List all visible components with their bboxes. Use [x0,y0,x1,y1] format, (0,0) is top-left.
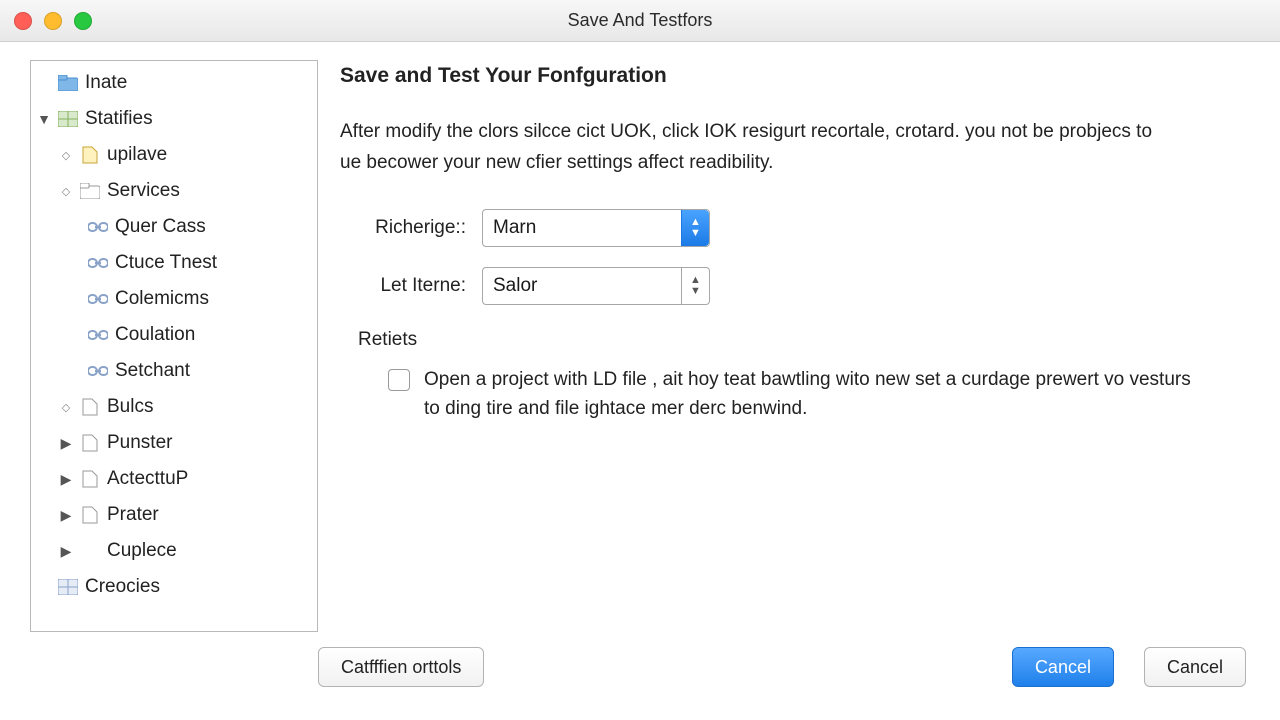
diamond-icon: ◇ [59,401,73,414]
tree-label: Punster [107,432,172,454]
file-icon [79,433,101,453]
footer: Catfffien orttols Cancel Cancel [0,632,1280,702]
grid-icon [57,109,79,129]
disclosure-right-icon[interactable]: ▶ [59,435,73,452]
tree-label: Quer Cass [115,216,206,238]
main-panel: Save and Test Your Fonfguration After mo… [340,60,1258,632]
tree-item-upilave[interactable]: ◇ upilave [31,137,317,173]
field-letiterne: Let Iterne: Salor [340,267,1258,305]
retiets-checkbox-row: Open a project with LD file , ait hoy te… [340,365,1200,424]
tree-label: Cuplece [107,540,177,562]
button-label: Cancel [1035,657,1091,678]
folder-outline-icon [79,181,101,201]
tree: Inate ▼ Statifies ◇ upilave ◇ [31,61,317,609]
link-icon [87,217,109,237]
link-icon [87,361,109,381]
tree-item-statifies[interactable]: ▼ Statifies [31,101,317,137]
tree-label: Services [107,180,180,202]
file-yellow-icon [79,145,101,165]
tree-label: upilave [107,144,167,166]
tree-item-cuplece[interactable]: ▶ Cuplece [31,533,317,569]
window-title: Save And Testfors [568,10,713,31]
tree-item-services[interactable]: ◇ Services [31,173,317,209]
tree-label: Coulation [115,324,195,346]
tree-item-coulation[interactable]: Coulation [31,317,317,353]
retiets-checkbox[interactable] [388,369,410,391]
tree-label: ActecttuP [107,468,188,490]
grid-icon [57,577,79,597]
tree-label: Statifies [85,108,153,130]
page-heading: Save and Test Your Fonfguration [340,64,1258,88]
cancel-primary-button[interactable]: Cancel [1012,647,1114,687]
tree-item-setchant[interactable]: Setchant [31,353,317,389]
tree-item-prater[interactable]: ▶ Prater [31,497,317,533]
tree-item-ctucetnest[interactable]: Ctuce Tnest [31,245,317,281]
letiterne-value: Salor [493,275,537,297]
disclosure-down-icon[interactable]: ▼ [37,111,51,127]
tree-item-colemicms[interactable]: Colemicms [31,281,317,317]
richerige-label: Richerige:: [354,217,466,239]
tree-item-punster[interactable]: ▶ Punster [31,425,317,461]
button-label: Cancel [1167,657,1223,678]
folder-icon [57,73,79,93]
letiterne-label: Let Iterne: [354,275,466,297]
file-icon [79,397,101,417]
stepper-icon[interactable] [681,210,709,246]
tree-item-creocies[interactable]: Creocies [31,569,317,605]
page-description: After modify the clors silcce cict UOK, … [340,116,1170,179]
richerige-select[interactable]: Marn [482,209,710,247]
titlebar: Save And Testfors [0,0,1280,42]
catfffien-button[interactable]: Catfffien orttols [318,647,484,687]
blank-icon [79,541,101,561]
tree-item-actecttup[interactable]: ▶ ActecttuP [31,461,317,497]
link-icon [87,253,109,273]
zoom-icon[interactable] [74,12,92,30]
close-icon[interactable] [14,12,32,30]
button-label: Catfffien orttols [341,657,461,678]
disclosure-right-icon[interactable]: ▶ [59,471,73,488]
richerige-value: Marn [493,217,536,239]
window-controls [14,12,92,30]
link-icon [87,325,109,345]
letiterne-select[interactable]: Salor [482,267,710,305]
tree-label: Creocies [85,576,160,598]
disclosure-right-icon[interactable]: ▶ [59,507,73,524]
retiets-checkbox-text: Open a project with LD file , ait hoy te… [424,365,1200,424]
tree-label: Inate [85,72,127,94]
tree-item-inate[interactable]: Inate [31,65,317,101]
tree-label: Bulcs [107,396,153,418]
stepper-icon[interactable] [681,268,709,304]
link-icon [87,289,109,309]
tree-item-bulcs[interactable]: ◇ Bulcs [31,389,317,425]
tree-label: Colemicms [115,288,209,310]
retiets-label: Retiets [358,329,1258,351]
file-icon [79,505,101,525]
tree-item-quercass[interactable]: Quer Cass [31,209,317,245]
tree-label: Setchant [115,360,190,382]
diamond-icon: ◇ [59,185,73,198]
tree-label: Ctuce Tnest [115,252,217,274]
sidebar: Inate ▼ Statifies ◇ upilave ◇ [30,60,318,632]
content: Inate ▼ Statifies ◇ upilave ◇ [0,42,1280,632]
minimize-icon[interactable] [44,12,62,30]
disclosure-right-icon[interactable]: ▶ [59,543,73,560]
tree-label: Prater [107,504,159,526]
field-richerige: Richerige:: Marn [340,209,1258,247]
cancel-secondary-button[interactable]: Cancel [1144,647,1246,687]
diamond-icon: ◇ [59,149,73,162]
file-icon [79,469,101,489]
